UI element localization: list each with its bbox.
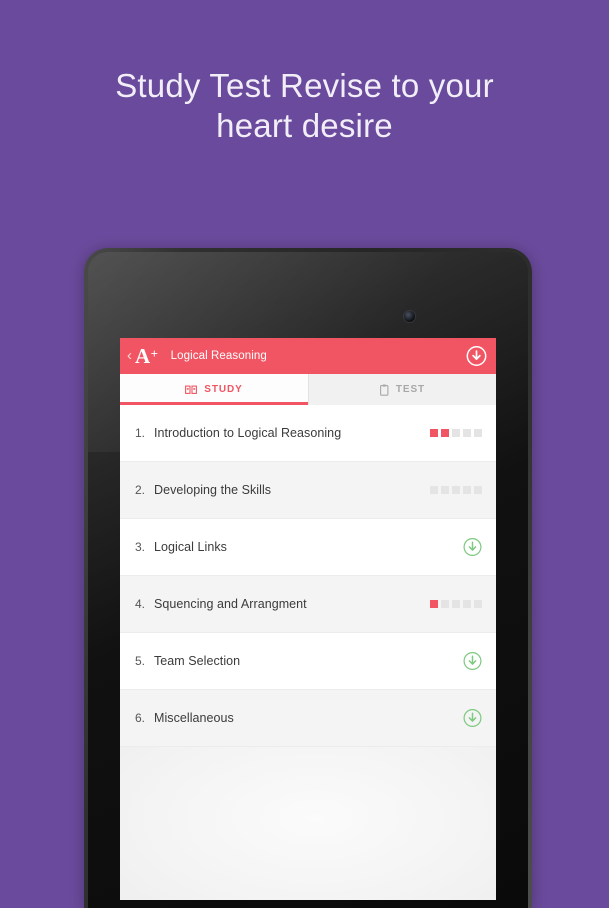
chapter-number: 1. xyxy=(135,426,146,440)
list-item[interactable]: 1. Introduction to Logical Reasoning xyxy=(120,405,496,462)
progress-pip xyxy=(474,429,482,437)
progress-pip xyxy=(430,429,438,437)
progress-pip xyxy=(463,600,471,608)
progress-pip xyxy=(430,486,438,494)
back-chevron-icon[interactable]: ‹ xyxy=(126,346,133,367)
progress-pip xyxy=(474,600,482,608)
tab-study[interactable]: STUDY xyxy=(120,374,308,405)
list-item[interactable]: 2. Developing the Skills xyxy=(120,462,496,519)
download-chapter-button[interactable] xyxy=(463,538,482,557)
clipboard-icon xyxy=(379,384,389,396)
progress-pip xyxy=(474,486,482,494)
progress-pip xyxy=(463,486,471,494)
progress-pip xyxy=(441,429,449,437)
chapter-number: 6. xyxy=(135,711,146,725)
download-chapter-button[interactable] xyxy=(463,652,482,671)
chapter-status xyxy=(430,486,482,494)
flashcards-icon xyxy=(185,385,198,395)
app-logo-plus: + xyxy=(150,345,158,361)
list-item[interactable]: 4. Squencing and Arrangment xyxy=(120,576,496,633)
chapter-title: Developing the Skills xyxy=(154,483,272,497)
chapter-status xyxy=(463,709,482,728)
progress-pip xyxy=(452,429,460,437)
list-item[interactable]: 5. Team Selection xyxy=(120,633,496,690)
chapter-number: 3. xyxy=(135,540,146,554)
chapter-number: 4. xyxy=(135,597,146,611)
progress-pip xyxy=(430,600,438,608)
tab-study-label: STUDY xyxy=(204,384,243,395)
chapter-status xyxy=(463,652,482,671)
chapter-title: Introduction to Logical Reasoning xyxy=(154,426,342,440)
chapter-status xyxy=(430,429,482,437)
chapter-title: Team Selection xyxy=(154,654,241,668)
front-camera-icon xyxy=(404,311,415,322)
chapter-number: 5. xyxy=(135,654,146,668)
tab-test-label: TEST xyxy=(395,384,426,395)
chapter-status xyxy=(463,538,482,557)
app-screen: ‹ A + Logical Reasoning STUDY TEST 1. In… xyxy=(120,338,496,900)
chapter-title: Squencing and Arrangment xyxy=(154,597,307,611)
chapter-status xyxy=(430,600,482,608)
list-item[interactable]: 6. Miscellaneous xyxy=(120,690,496,747)
chapter-title: Miscellaneous xyxy=(154,711,234,725)
progress-pips xyxy=(430,600,482,608)
progress-pip xyxy=(452,486,460,494)
chapter-list: 1. Introduction to Logical Reasoning 2. … xyxy=(120,405,496,900)
download-chapter-button[interactable] xyxy=(463,709,482,728)
app-bar-title: Logical Reasoning xyxy=(170,350,267,362)
progress-pip xyxy=(441,600,449,608)
tab-test[interactable]: TEST xyxy=(308,374,496,405)
promo-headline: Study Test Revise to your heart desire xyxy=(115,67,494,144)
progress-pip xyxy=(441,486,449,494)
progress-pip xyxy=(452,600,460,608)
download-all-button[interactable] xyxy=(466,346,487,367)
list-empty-area xyxy=(120,747,496,900)
chapter-number: 2. xyxy=(135,483,146,497)
app-logo: A + xyxy=(135,343,158,368)
app-logo-letter: A xyxy=(135,343,150,368)
app-bar: ‹ A + Logical Reasoning xyxy=(120,338,496,374)
progress-pips xyxy=(430,486,482,494)
progress-pips xyxy=(430,429,482,437)
progress-pip xyxy=(463,429,471,437)
chapter-title: Logical Links xyxy=(154,540,227,554)
list-item[interactable]: 3. Logical Links xyxy=(120,519,496,576)
tab-bar: STUDY TEST xyxy=(120,374,496,405)
